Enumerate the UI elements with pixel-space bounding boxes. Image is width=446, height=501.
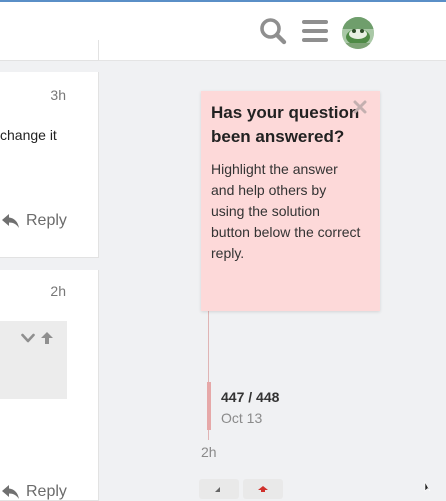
close-icon[interactable]: [353, 100, 367, 114]
timeline-scroll-handle[interactable]: [207, 382, 211, 430]
hamburger-menu-icon[interactable]: [302, 18, 328, 44]
post-date[interactable]: 3h: [50, 87, 66, 103]
popup-title: Has your question been answered?: [211, 103, 360, 146]
arrow-left-icon: [215, 487, 220, 492]
search-icon[interactable]: [259, 17, 287, 45]
solution-reminder-popup: Has your question been answered? Highlig…: [201, 91, 380, 311]
avatar-image: [342, 17, 374, 49]
timeline-position: 447 / 448: [221, 389, 280, 405]
post-card: 2h Reply: [0, 270, 99, 501]
timeline-date: Oct 13: [221, 410, 263, 426]
timeline-last-activity[interactable]: 2h: [201, 444, 217, 460]
arrow-up-icon[interactable]: [40, 331, 54, 345]
reply-button[interactable]: Reply: [2, 212, 67, 230]
bell-icon: [258, 486, 268, 492]
user-avatar[interactable]: [342, 17, 374, 49]
post-body-text: change it: [0, 127, 57, 143]
reply-button[interactable]: Reply: [2, 483, 67, 501]
post-date[interactable]: 2h: [50, 283, 66, 299]
reply-arrow-icon: [2, 214, 19, 228]
reply-label: Reply: [26, 212, 67, 229]
quoted-reply-block: [0, 321, 67, 399]
timeline-notifications-button[interactable]: [243, 479, 283, 499]
chevron-down-icon[interactable]: [21, 333, 35, 343]
popup-body: Highlight the answer and help others by …: [211, 161, 361, 261]
post-card: 3h change it Reply: [0, 72, 99, 258]
reply-arrow-icon: [2, 485, 19, 499]
reply-label: Reply: [26, 483, 67, 500]
previous-post-edge: [0, 40, 99, 61]
mouse-cursor-icon: [424, 481, 431, 492]
timeline-back-button[interactable]: [199, 479, 239, 499]
